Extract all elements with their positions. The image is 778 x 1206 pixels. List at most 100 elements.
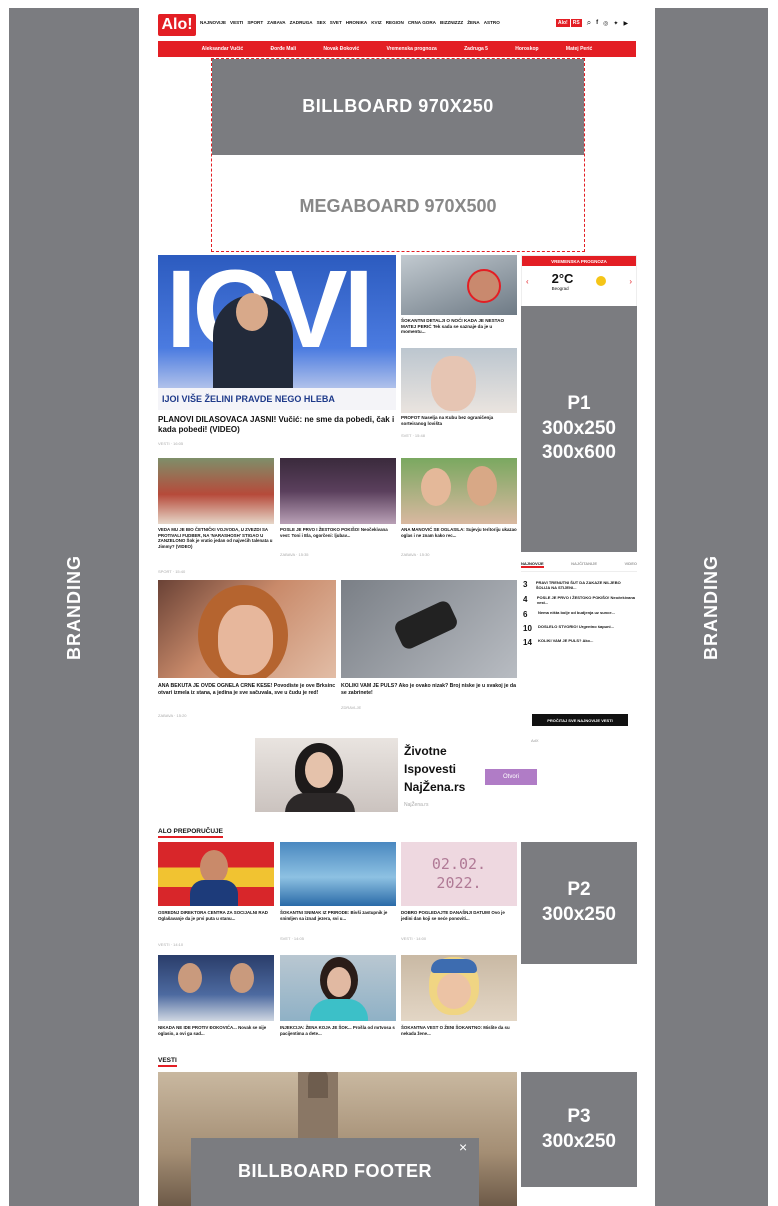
rec-image[interactable] <box>158 842 274 906</box>
popular-tab[interactable]: VIDEO <box>625 561 637 568</box>
close-icon[interactable]: × <box>459 1139 467 1155</box>
trending-link[interactable]: Horoskop <box>515 46 538 52</box>
trending-link[interactable]: Matej Perić <box>566 46 592 52</box>
news-image[interactable] <box>401 458 517 524</box>
rec-image[interactable] <box>280 955 396 1021</box>
facebook-icon[interactable]: f <box>596 20 598 26</box>
branding-left-ad[interactable]: BRANDING <box>9 8 139 1206</box>
chevron-left-icon[interactable]: ‹ <box>526 277 529 286</box>
popular-rank: 10 <box>523 624 532 633</box>
hero-headline[interactable]: PLANOVI DILASOVACA JASNI! Vučić: ne sme … <box>158 415 396 435</box>
branding-label: BRANDING <box>701 554 721 660</box>
rec-meta: VESTI · 14:00 <box>401 936 427 941</box>
main-nav: NAJNOVIJE VESTI SPORT ZABAVA ZADRUGA SEX SVET H… <box>200 20 552 25</box>
hero-image[interactable]: IOVI IJOI VIŠE ŽELINI PRAVDE NEGO HLEBA <box>158 255 396 410</box>
news-title[interactable]: ANA MANOVIĆ SE OGLASILA: Sujevju teritor… <box>401 527 517 538</box>
popular-title: DOSLELO STVORIO! Urgentno šapuni... <box>538 624 615 629</box>
nav-item[interactable]: KVIZ <box>371 20 381 25</box>
nav-item[interactable]: NAJNOVIJE <box>200 20 226 25</box>
billboard-ad[interactable]: BILLBOARD 970X250 <box>212 59 584 155</box>
search-icon[interactable]: ⌕ <box>587 18 591 28</box>
popular-item[interactable]: 6 Nema ništa bolje od budjenja uz sunce..… <box>523 610 635 619</box>
site-logo[interactable]: Alo! <box>158 14 196 36</box>
news-title[interactable]: ANA BEKUTA JE OVDE OGNELA CRNE KESE! Pov… <box>158 683 336 696</box>
rec-image[interactable] <box>158 955 274 1021</box>
twitter-icon[interactable]: ✦ <box>613 20 618 27</box>
rec-meta: SVET · 14:05 <box>280 936 304 941</box>
rec-image[interactable]: 02.02. 2022. <box>401 842 517 906</box>
billboard-footer-ad[interactable]: BILLBOARD FOOTER <box>191 1138 479 1206</box>
trending-link[interactable]: Novak Đoković <box>323 46 359 52</box>
p2-ad[interactable]: P2 300x250 <box>521 842 637 964</box>
nav-item[interactable]: SPORT <box>247 20 263 25</box>
rec-title[interactable]: INJEKCIJA: ŽENA KOJA JE ŠOK... Prošla od… <box>280 1025 396 1036</box>
rs-badge-label[interactable]: RS <box>570 19 582 27</box>
youtube-icon[interactable]: ▶ <box>623 20 628 27</box>
p3-ad[interactable]: P3 300x250 <box>521 1072 637 1187</box>
nav-item[interactable]: BIZZNIZZZ <box>440 20 463 25</box>
news-title[interactable]: VEDA MU JE BIO ČETNIČKI VOJVODA, U ZVEZD… <box>158 527 274 549</box>
trending-link[interactable]: Vremenska prognoza <box>386 46 436 52</box>
rec-title[interactable]: ŠOKANTNA VEST O ŽENI ŠOKANTNO: Mislite d… <box>401 1025 517 1036</box>
p1-label: P1 <box>567 392 591 414</box>
nav-item[interactable]: CRNA GORA <box>408 20 436 25</box>
popular-item[interactable]: 3 PRAVI TRENUTNI ŠUT DA ZAKAZE NILJEBO ŠO… <box>523 580 635 590</box>
promo-text[interactable]: Životne Ispovesti NajŽena.rs <box>404 742 484 796</box>
section-heading: ALO PREPORUČUJE <box>158 828 224 838</box>
nav-item[interactable]: VESTI <box>230 20 243 25</box>
promo-button[interactable]: Otvori <box>485 769 537 785</box>
rs-badge[interactable]: Alo! <box>556 19 570 27</box>
trending-link[interactable]: Đorđe Mali <box>270 46 296 52</box>
side-news-meta: SVET · 15:48 <box>401 433 425 438</box>
popular-tab[interactable]: NAJNOVIJE <box>521 561 544 568</box>
side-news-image[interactable] <box>401 348 517 413</box>
nav-item[interactable]: ŽENA <box>467 20 480 25</box>
rec-title[interactable]: OSREDNJ DIREKTORA CENTRA ZA SOCIJALNI RA… <box>158 910 274 921</box>
popular-item[interactable]: 10 DOSLELO STVORIO! Urgentno šapuni... <box>523 624 635 633</box>
popular-item[interactable]: 4 POSLE JE PRVO I ŽESTOKO POKIŠO! Neočeki… <box>523 595 635 605</box>
rec-title[interactable]: ŠOKANTNI SNIMAK IZ PRIRODE: Bivši zastup… <box>280 910 396 921</box>
nav-item[interactable]: SEX <box>317 20 326 25</box>
popular-title: Nema ništa bolje od budjenja uz sunce... <box>538 610 615 615</box>
rec-title[interactable]: NIKADA NE IDE PROTIV ĐOKOVIĆA... Novak s… <box>158 1025 274 1036</box>
side-news-image[interactable] <box>401 255 517 315</box>
nav-item[interactable]: REGION <box>386 20 404 25</box>
nav-item[interactable]: ZABAVA <box>267 20 285 25</box>
popular-title: PRAVI TRENUTNI ŠUT DA ZAKAZE NILJEBO ŠOL… <box>535 580 621 590</box>
popular-tab[interactable]: NAJČITANIJE <box>571 561 597 568</box>
p3-size: 300x250 <box>542 1130 616 1152</box>
news-image[interactable] <box>158 458 274 524</box>
nav-item[interactable]: ZADRUGA <box>290 20 313 25</box>
p1-ad[interactable]: P1 300x250 300x600 <box>521 306 637 552</box>
promo-source: NajŽena.rs <box>404 802 429 808</box>
megaboard-ad[interactable]: MEGABOARD 970X500 <box>212 160 584 252</box>
side-news-title[interactable]: PROFOT Naselja na Kubu bez ograničenja s… <box>401 415 517 426</box>
header-icons: Alo! RS ⌕ f ◎ ✦ ▶ <box>556 18 628 28</box>
nav-item[interactable]: HRONIKA <box>346 20 367 25</box>
news-meta: ZDRAVLJE <box>341 705 362 710</box>
weather-widget[interactable]: VREMENSKA PROGNOZA ‹ 2°C Beograd › <box>521 255 637 307</box>
news-image[interactable] <box>158 580 336 678</box>
nav-item[interactable]: ASTRO <box>484 20 500 25</box>
news-title[interactable]: KOLIKI VAM JE PULS? Ako je ovako nizak? … <box>341 683 517 696</box>
promo-image[interactable] <box>255 738 398 812</box>
more-news-button[interactable]: PROČITAJ SVE NAJNOVIJE VESTI <box>532 714 628 726</box>
vesti-heading-wrapper: VESTI <box>158 1049 177 1067</box>
nav-item[interactable]: SVET <box>330 20 342 25</box>
branding-right-ad[interactable]: BRANDING <box>655 8 768 1206</box>
sun-icon <box>596 276 607 286</box>
side-news-title[interactable]: ŠOKANTNI DETALJI O NOĆI KADA JE NESTAO M… <box>401 318 517 335</box>
rec-title[interactable]: DOBRO POGLEDAJTE DANAŠNJI DATUM! Ovo je … <box>401 910 517 921</box>
popular-item[interactable]: 14 KOLIKI VAM JE PULS? Ako... <box>523 638 635 647</box>
news-title[interactable]: POSLE JE PRVO I ŽESTOKO POKIŠO! Neočekiv… <box>280 527 396 538</box>
trending-link[interactable]: Zadruga 5 <box>464 46 488 52</box>
news-image[interactable] <box>341 580 517 678</box>
instagram-icon[interactable]: ◎ <box>603 20 608 27</box>
rec-image[interactable] <box>280 842 396 906</box>
news-image[interactable] <box>280 458 396 524</box>
rec-image[interactable] <box>401 955 517 1021</box>
chevron-right-icon[interactable]: › <box>629 277 632 286</box>
ad-marker: AdX <box>531 738 539 743</box>
trending-link[interactable]: Aleksandar Vučić <box>202 46 244 52</box>
news-meta: ZABAVA · 15:35 <box>280 552 309 557</box>
